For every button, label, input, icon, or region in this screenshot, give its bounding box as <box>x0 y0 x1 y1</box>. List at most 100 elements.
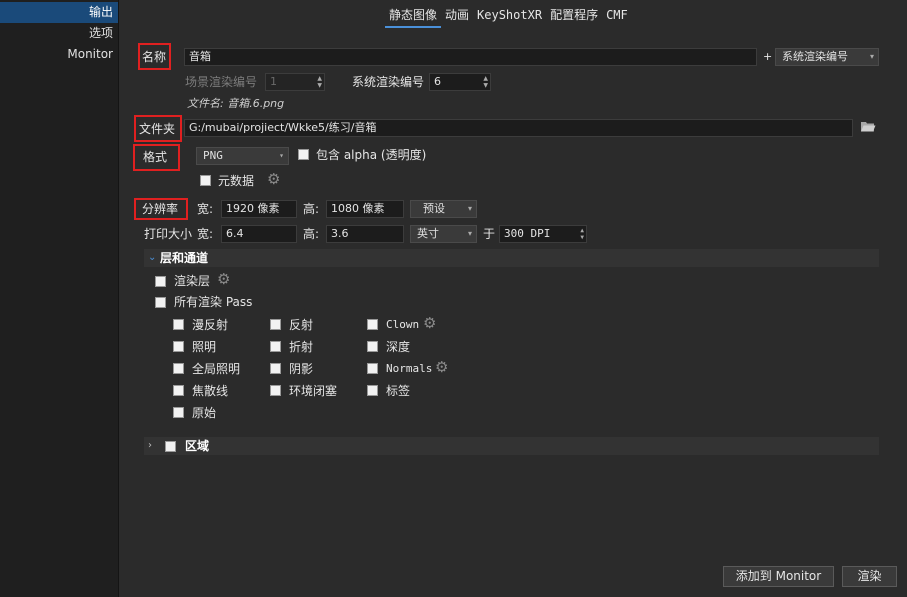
name-label: 名称 <box>142 50 167 64</box>
pass-checkbox-diffuse[interactable] <box>173 319 184 330</box>
gear-icon[interactable]: ⚙ <box>423 316 436 331</box>
scene-number-label: 场景渲染编号 <box>185 75 258 89</box>
pass-checkbox-caustics[interactable] <box>173 385 184 396</box>
print-height-label: 高: <box>303 227 320 241</box>
pass-checkbox-raw[interactable] <box>173 407 184 418</box>
pass-label-refraction: 折射 <box>289 340 314 354</box>
pass-checkbox-lighting[interactable] <box>173 341 184 352</box>
pass-label-normals: Normals <box>386 362 433 375</box>
chevron-down-icon: ▾ <box>869 52 874 61</box>
pass-checkbox-global-illumination[interactable] <box>173 363 184 374</box>
preset-dropdown[interactable]: 预设 ▾ <box>410 200 477 218</box>
name-suffix-value: 系统渲染编号 <box>782 50 848 63</box>
pass-label-raw: 原始 <box>192 406 217 420</box>
add-to-monitor-button[interactable]: 添加到 Monitor <box>723 566 834 587</box>
sidebar-item-output[interactable]: 输出 <box>0 2 118 23</box>
format-value: PNG <box>203 149 223 162</box>
tab-keyshotxr[interactable]: KeyShotXR <box>473 6 546 26</box>
gear-icon[interactable]: ⚙ <box>267 172 280 187</box>
folder-path-input[interactable]: G:/mubai/projiect/Wkke5/练习/音箱 <box>184 119 853 137</box>
metadata-checkbox[interactable] <box>200 175 211 186</box>
pass-checkbox-reflection[interactable] <box>270 319 281 330</box>
unit-value: 英寸 <box>417 227 439 240</box>
scene-number-value: 1 <box>270 75 277 88</box>
sidebar: 输出 选项 Monitor <box>0 0 119 597</box>
spinner-icon[interactable]: ▲ ▼ <box>483 75 488 89</box>
name-suffix-dropdown[interactable]: 系统渲染编号 ▾ <box>775 48 879 66</box>
print-width-input[interactable]: 6.4 <box>221 225 297 243</box>
format-dropdown[interactable]: PNG ▾ <box>196 147 289 165</box>
chevron-right-icon[interactable]: › <box>148 437 152 455</box>
gear-icon[interactable]: ⚙ <box>435 360 448 375</box>
print-height-input[interactable]: 3.6 <box>326 225 404 243</box>
layers-section-title: 层和通道 <box>160 251 209 265</box>
format-label: 格式 <box>143 150 168 164</box>
resolution-label: 分辨率 <box>142 202 179 216</box>
pass-label-reflection: 反射 <box>289 318 314 332</box>
pass-label-caustics: 焦散线 <box>192 384 229 398</box>
all-passes-label: 所有渲染 Pass <box>174 295 253 309</box>
name-input[interactable]: 音箱 <box>184 48 757 66</box>
chevron-down-icon: ▾ <box>467 204 472 213</box>
pass-label-clown: Clown <box>386 318 420 331</box>
resolution-height-label: 高: <box>303 202 320 216</box>
spinner-icon: ▲ ▼ <box>317 75 322 89</box>
render-layers-checkbox[interactable] <box>155 276 166 287</box>
render-button[interactable]: 渲染 <box>842 566 897 587</box>
tab-still-image[interactable]: 静态图像 <box>385 6 442 28</box>
system-number-input[interactable]: 6 ▲ ▼ <box>429 73 491 91</box>
pass-label-global-illumination: 全局照明 <box>192 362 241 376</box>
region-label: 区域 <box>185 439 210 453</box>
dpi-value: 300 DPI <box>504 227 551 240</box>
unit-dropdown[interactable]: 英寸 ▾ <box>410 225 477 243</box>
pass-label-lighting: 照明 <box>192 340 217 354</box>
folder-label: 文件夹 <box>139 122 176 136</box>
tab-cmf[interactable]: CMF <box>602 6 632 26</box>
alpha-checkbox[interactable] <box>298 149 309 160</box>
system-number-value: 6 <box>434 75 441 88</box>
main-panel: 静态图像 动画 KeyShotXR 配置程序 CMF 名称 音箱 + 系统渲染编… <box>119 0 907 597</box>
pass-label-depth: 深度 <box>386 340 411 354</box>
layers-section-header[interactable] <box>144 249 879 267</box>
print-width-label: 宽: <box>197 227 214 241</box>
gear-icon[interactable]: ⚙ <box>217 272 230 287</box>
pass-label-labels: 标签 <box>386 384 411 398</box>
chevron-down-icon: ▾ <box>279 151 284 160</box>
all-passes-checkbox[interactable] <box>155 297 166 308</box>
spinner-icon[interactable]: ▲ ▼ <box>580 227 584 241</box>
preset-label: 预设 <box>423 202 445 215</box>
name-plus: + <box>763 50 773 63</box>
dpi-at-label: 于 <box>483 227 496 241</box>
pass-label-shadow: 阴影 <box>289 362 314 376</box>
scene-number-input: 1 ▲ ▼ <box>265 73 325 91</box>
chevron-down-icon[interactable]: ⌄ <box>148 249 156 267</box>
tab-configurator[interactable]: 配置程序 <box>546 6 602 26</box>
pass-checkbox-clown[interactable] <box>367 319 378 330</box>
resolution-width-label: 宽: <box>197 202 214 216</box>
tab-animation[interactable]: 动画 <box>441 6 473 26</box>
pass-checkbox-shadow[interactable] <box>270 363 281 374</box>
pass-checkbox-refraction[interactable] <box>270 341 281 352</box>
sidebar-item-options[interactable]: 选项 <box>0 23 118 44</box>
system-number-label: 系统渲染编号 <box>352 75 425 89</box>
pass-checkbox-depth[interactable] <box>367 341 378 352</box>
pass-label-ambient-occlusion: 环境闭塞 <box>289 384 338 398</box>
filename-preview: 文件名: 音箱.6.png <box>187 97 285 110</box>
resolution-width-input[interactable]: 1920 像素 <box>221 200 297 218</box>
sidebar-item-monitor[interactable]: Monitor <box>0 44 118 65</box>
region-section-header[interactable] <box>144 437 879 455</box>
folder-open-icon[interactable] <box>860 119 876 133</box>
alpha-label: 包含 alpha (透明度) <box>316 148 427 162</box>
dpi-input[interactable]: 300 DPI ▲ ▼ <box>499 225 587 243</box>
chevron-down-icon: ▾ <box>467 229 472 238</box>
pass-checkbox-labels[interactable] <box>367 385 378 396</box>
metadata-label: 元数据 <box>218 174 255 188</box>
pass-checkbox-normals[interactable] <box>367 363 378 374</box>
pass-label-diffuse: 漫反射 <box>192 318 229 332</box>
print-size-label: 打印大小 <box>144 227 193 241</box>
region-checkbox[interactable] <box>165 441 176 452</box>
tab-bar: 静态图像 动画 KeyShotXR 配置程序 CMF <box>385 6 632 28</box>
pass-checkbox-ambient-occlusion[interactable] <box>270 385 281 396</box>
resolution-height-input[interactable]: 1080 像素 <box>326 200 404 218</box>
render-layers-label: 渲染层 <box>174 274 211 288</box>
